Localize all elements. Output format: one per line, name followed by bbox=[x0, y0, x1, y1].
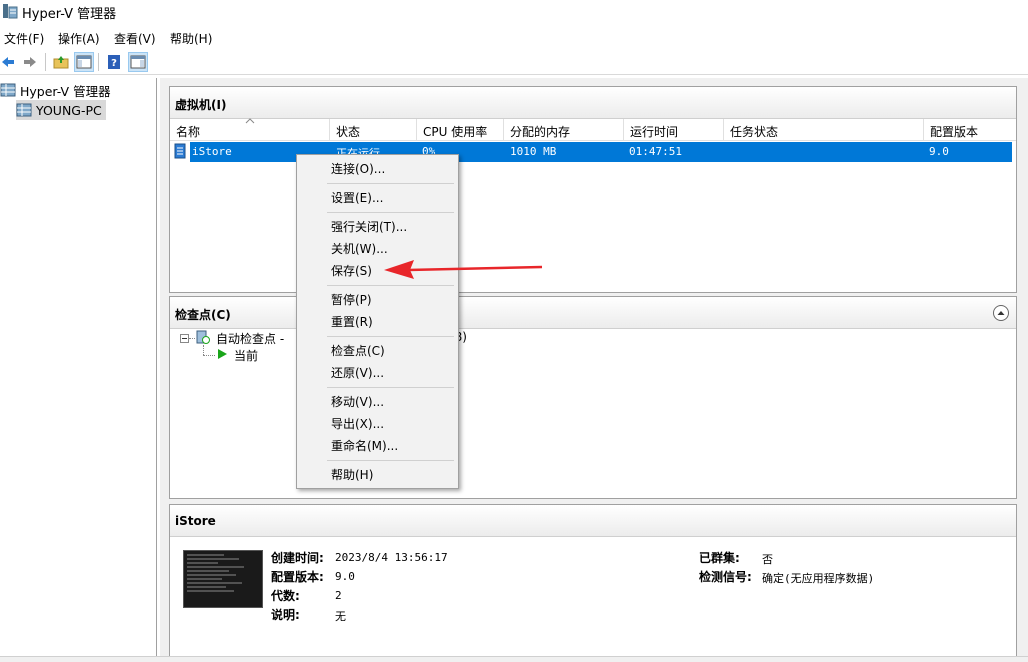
menu-action[interactable]: 操作(A) bbox=[58, 30, 100, 47]
toolbar: ? bbox=[0, 49, 1028, 75]
folder-up-icon[interactable] bbox=[51, 52, 71, 72]
menu-separator bbox=[327, 285, 454, 286]
menu-item-connect[interactable]: 连接(O)... bbox=[299, 158, 456, 180]
checkpoint-node-label[interactable]: 自动检查点 - bbox=[216, 330, 284, 347]
column-header-memory[interactable]: 分配的内存 bbox=[504, 119, 624, 141]
hyperv-app-icon bbox=[3, 4, 18, 19]
vm-panel-title: 虚拟机(I) bbox=[175, 98, 227, 112]
forward-arrow-icon[interactable] bbox=[20, 52, 40, 72]
created-label: 创建时间: bbox=[271, 551, 324, 565]
toolbar-separator bbox=[45, 53, 46, 71]
column-header-config-version[interactable]: 配置版本 bbox=[924, 119, 1016, 141]
menu-item-turn-off[interactable]: 强行关闭(T)... bbox=[299, 216, 456, 238]
vm-table-header: 名称 状态 CPU 使用率 分配的内存 运行时间 任务状态 配置版本 bbox=[170, 118, 1016, 141]
column-header-uptime[interactable]: 运行时间 bbox=[624, 119, 724, 141]
window-title: Hyper-V 管理器 bbox=[22, 7, 117, 22]
heartbeat-label: 检测信号: bbox=[699, 570, 752, 584]
tree-root-label: Hyper-V 管理器 bbox=[20, 83, 111, 99]
help-icon[interactable]: ? bbox=[104, 52, 124, 72]
checkpoint-current-label[interactable]: 当前 bbox=[234, 347, 258, 364]
menu-item-checkpoint[interactable]: 检查点(C) bbox=[299, 340, 456, 362]
hyperv-manager-icon bbox=[0, 83, 16, 97]
menu-separator bbox=[327, 387, 454, 388]
vm-name-cell: iStore bbox=[192, 145, 232, 158]
menu-separator bbox=[327, 460, 454, 461]
checkpoint-panel-title: 检查点(C) bbox=[175, 308, 231, 322]
vm-memory-cell: 1010 MB bbox=[510, 145, 557, 158]
vm-icon bbox=[174, 143, 186, 159]
console-tree-icon[interactable] bbox=[74, 52, 94, 72]
heartbeat-value: 确定(无应用程序数据) bbox=[762, 572, 875, 585]
tree-host-label: YOUNG-PC bbox=[36, 102, 102, 118]
action-pane-icon[interactable] bbox=[128, 52, 148, 72]
menu-separator bbox=[327, 336, 454, 337]
column-header-task-status[interactable]: 任务状态 bbox=[724, 119, 924, 141]
console-tree: Hyper-V 管理器 YOUNG-PC bbox=[0, 78, 157, 662]
tree-collapse-icon[interactable] bbox=[180, 334, 189, 343]
tree-connector bbox=[203, 345, 204, 355]
checkpoint-icon bbox=[196, 330, 210, 344]
menu-help[interactable]: 帮助(H) bbox=[170, 30, 212, 47]
details-panel-title: iStore bbox=[175, 514, 216, 528]
back-arrow-icon[interactable] bbox=[0, 52, 18, 72]
vm-uptime-cell: 01:47:51 bbox=[629, 145, 682, 158]
details-panel: iStore 创建时间: 2023/8/4 13:56:17 配置版本: 9.0… bbox=[169, 504, 1017, 662]
menu-separator bbox=[327, 212, 454, 213]
menu-view[interactable]: 查看(V) bbox=[114, 30, 156, 47]
vm-context-menu: 连接(O)... 设置(E)... 强行关闭(T)... 关机(W)... 保存… bbox=[296, 154, 459, 489]
annotation-arrow-icon bbox=[384, 260, 543, 279]
menu-item-help[interactable]: 帮助(H) bbox=[299, 464, 456, 486]
menu-item-rename[interactable]: 重命名(M)... bbox=[299, 435, 456, 457]
generation-value: 2 bbox=[335, 589, 342, 602]
created-value: 2023/8/4 13:56:17 bbox=[335, 551, 448, 564]
console-preview-icon bbox=[187, 554, 244, 592]
toolbar-separator bbox=[98, 53, 99, 71]
menu-file[interactable]: 文件(F) bbox=[4, 30, 44, 47]
notes-label: 说明: bbox=[271, 608, 300, 622]
menu-item-reset[interactable]: 重置(R) bbox=[299, 311, 456, 333]
vm-panel-header: 虚拟机(I) bbox=[170, 87, 1016, 119]
menu-item-revert[interactable]: 还原(V)... bbox=[299, 362, 456, 384]
config-version-value: 9.0 bbox=[335, 570, 355, 583]
menu-separator bbox=[327, 183, 454, 184]
notes-value: 无 bbox=[335, 610, 346, 623]
clustered-label: 已群集: bbox=[699, 551, 740, 565]
config-version-label: 配置版本: bbox=[271, 570, 324, 584]
menu-item-pause[interactable]: 暂停(P) bbox=[299, 289, 456, 311]
collapse-panel-icon[interactable] bbox=[992, 304, 1010, 322]
column-header-cpu[interactable]: CPU 使用率 bbox=[417, 119, 504, 141]
tree-connector bbox=[203, 355, 215, 356]
status-bar bbox=[0, 656, 1028, 662]
clustered-value: 否 bbox=[762, 553, 773, 566]
vm-version-cell: 9.0 bbox=[929, 145, 949, 158]
server-icon bbox=[16, 103, 32, 117]
sort-ascending-icon bbox=[245, 118, 255, 124]
vm-thumbnail[interactable] bbox=[183, 550, 263, 608]
menu-item-move[interactable]: 移动(V)... bbox=[299, 391, 456, 413]
generation-label: 代数: bbox=[271, 589, 300, 603]
svg-text:?: ? bbox=[111, 58, 117, 69]
tree-node-host[interactable]: YOUNG-PC bbox=[16, 100, 106, 120]
play-icon bbox=[218, 349, 227, 359]
menu-item-settings[interactable]: 设置(E)... bbox=[299, 187, 456, 209]
column-header-state[interactable]: 状态 bbox=[330, 119, 417, 141]
details-panel-header: iStore bbox=[170, 505, 1016, 537]
tree-node-hyperv-manager[interactable]: Hyper-V 管理器 bbox=[0, 80, 111, 100]
menu-bar: 文件(F) 操作(A) 查看(V) 帮助(H) bbox=[0, 26, 1028, 48]
title-bar: Hyper-V 管理器 bbox=[0, 0, 1028, 24]
menu-item-export[interactable]: 导出(X)... bbox=[299, 413, 456, 435]
